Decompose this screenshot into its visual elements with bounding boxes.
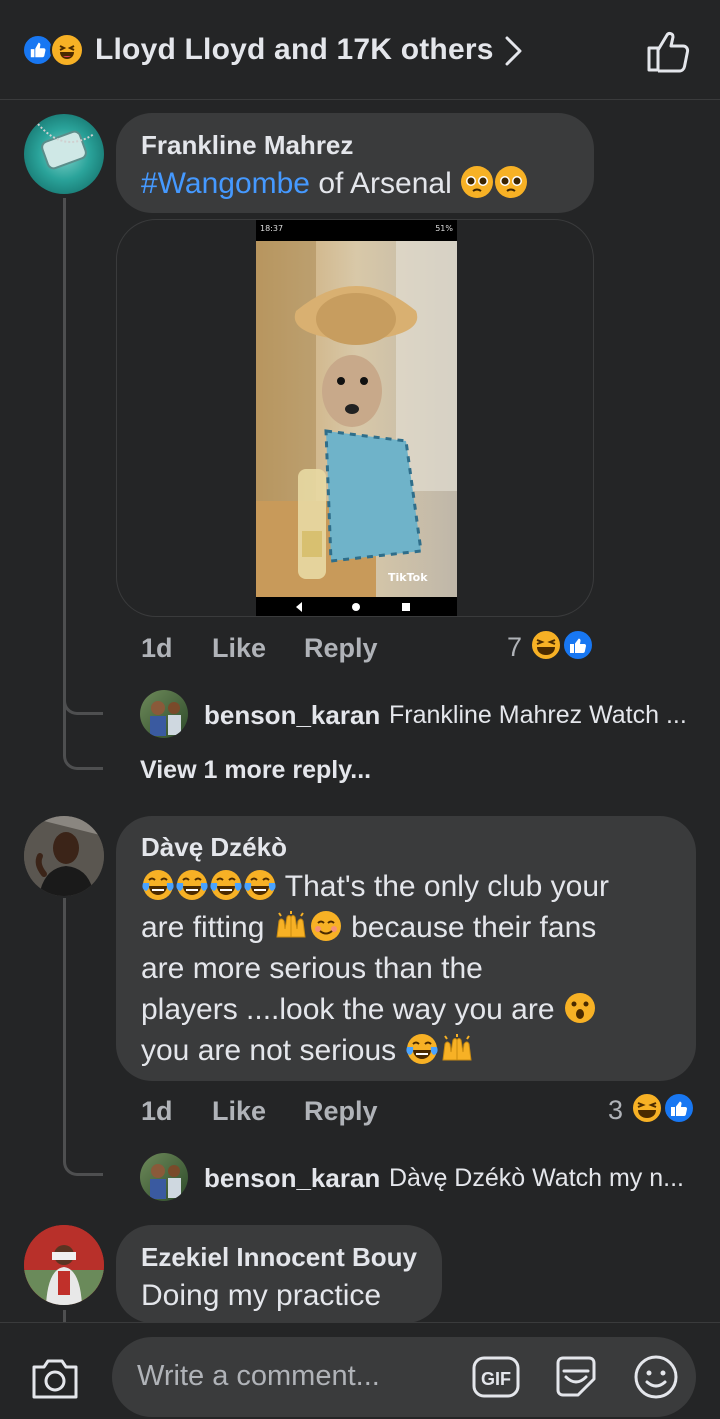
reply-button[interactable]: Reply: [304, 633, 378, 664]
comment-text: #Wangombe of Arsenal: [141, 163, 528, 204]
like-button[interactable]: Like: [212, 633, 266, 664]
thread-line: [63, 700, 66, 755]
comment-author[interactable]: Ezekiel Innocent Bouy: [141, 1242, 417, 1273]
pleading-face-emoji: [461, 166, 494, 198]
tears-of-joy-emoji: [405, 1034, 438, 1064]
comment-line: are more serious than the: [141, 952, 483, 985]
reactions-title[interactable]: Lloyd Lloyd and 17K others: [95, 33, 494, 67]
gif-icon[interactable]: GIF: [472, 1356, 520, 1398]
comment-line: players ....look the way you are: [141, 993, 555, 1026]
reaction-count[interactable]: 3: [608, 1095, 623, 1126]
like-icon[interactable]: [642, 28, 692, 74]
surprised-face-emoji: [564, 993, 595, 1023]
thread-line: [63, 1310, 66, 1322]
tears-of-joy-emoji: [142, 870, 174, 900]
tears-of-joy-emoji: [176, 870, 208, 900]
thread-connector: [63, 752, 103, 770]
comment-line: you are not serious: [141, 1034, 397, 1067]
phone-status-bar: 18:37 51%: [256, 220, 457, 240]
video-thumbnail[interactable]: 18:37 51% TikTok: [256, 220, 457, 616]
comment-text-part: of Arsenal: [309, 167, 452, 200]
comment-time: 1d: [141, 1096, 173, 1126]
pleading-face-emoji: [495, 166, 528, 198]
comment-author[interactable]: Dàvę Dzékò: [141, 832, 287, 863]
comment-line: because their fans: [351, 911, 597, 944]
comment-media[interactable]: 18:37 51% TikTok: [116, 219, 594, 617]
thread-line: [63, 198, 66, 698]
comment-line: That's the only club your: [284, 870, 610, 903]
haha-reaction-icon: [631, 1092, 663, 1124]
status-time: 18:37: [260, 224, 284, 233]
emoji-icon[interactable]: [632, 1353, 680, 1401]
comment-line: are fitting: [141, 911, 265, 944]
avatar[interactable]: [24, 1225, 104, 1305]
raising-hands-emoji: [441, 1034, 472, 1061]
tears-of-joy-emoji: [244, 870, 276, 900]
reply-preview-text[interactable]: Frankline Mahrez Watch ...: [389, 701, 687, 730]
status-battery: 51%: [435, 224, 453, 233]
reaction-count[interactable]: 7: [507, 632, 522, 663]
dog-photo: TikTok: [256, 241, 457, 597]
tiktok-watermark: TikTok: [388, 571, 428, 584]
comment-author[interactable]: Frankline Mahrez: [141, 130, 353, 161]
sticker-icon[interactable]: [552, 1353, 600, 1401]
camera-icon[interactable]: [30, 1355, 80, 1401]
avatar[interactable]: [24, 114, 104, 194]
reaction-summary[interactable]: [22, 33, 88, 67]
comment-text: Doing my practice: [141, 1279, 382, 1312]
reply-button[interactable]: Reply: [304, 1096, 378, 1127]
like-reaction-icon: [562, 629, 594, 661]
like-button[interactable]: Like: [212, 1096, 266, 1127]
comment-time: 1d: [141, 633, 173, 663]
reply-avatar[interactable]: [140, 690, 188, 738]
comment-placeholder: Write a comment...: [137, 1360, 380, 1392]
hashtag-link[interactable]: #Wangombe: [141, 167, 310, 200]
comment-input[interactable]: Write a comment... GIF: [112, 1337, 696, 1417]
thread-line: [63, 898, 66, 1158]
view-more-replies-link[interactable]: View 1 more reply...: [140, 756, 371, 785]
svg-text:GIF: GIF: [481, 1369, 511, 1389]
smiling-face-emoji: [310, 911, 341, 941]
reply-author[interactable]: benson_karan: [204, 1163, 380, 1194]
reply-preview-text[interactable]: Dàvę Dzékò Watch my n...: [389, 1164, 684, 1193]
thread-connector: [63, 697, 103, 715]
haha-reaction-icon: [50, 33, 84, 67]
reactions-header: Lloyd Lloyd and 17K others: [0, 0, 720, 100]
like-reaction-icon: [663, 1092, 695, 1124]
reply-author[interactable]: benson_karan: [204, 700, 380, 731]
reply-avatar[interactable]: [140, 1153, 188, 1201]
tears-of-joy-emoji: [210, 870, 242, 900]
phone-nav-bar: [296, 602, 410, 612]
raising-hands-emoji: [276, 911, 306, 938]
avatar[interactable]: [24, 816, 104, 896]
comment-composer: Write a comment... GIF: [0, 1322, 720, 1419]
comment-text: That's the only club your are fitting be…: [141, 866, 686, 1071]
haha-reaction-icon: [530, 629, 562, 661]
chevron-right-icon[interactable]: [500, 34, 526, 68]
thread-connector: [63, 1158, 103, 1176]
